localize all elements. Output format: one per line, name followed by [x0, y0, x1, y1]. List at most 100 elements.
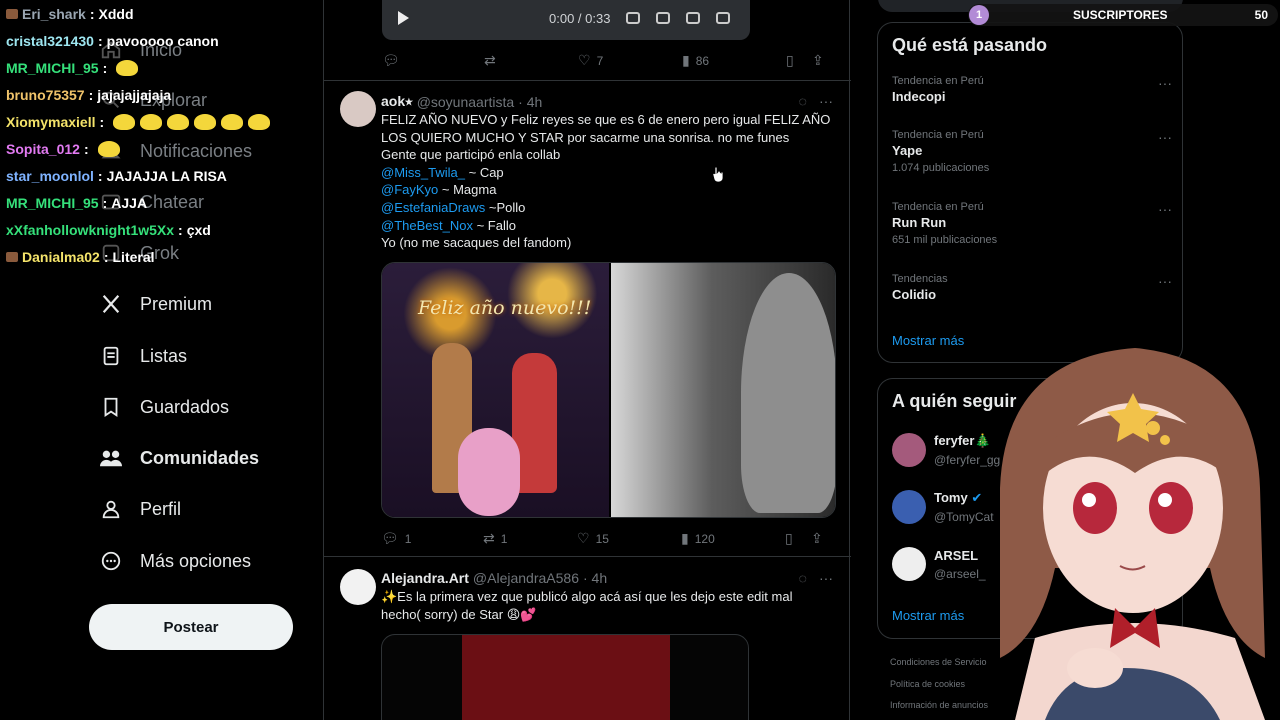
avatar[interactable]	[892, 547, 926, 581]
chat-text: Literal	[112, 248, 155, 265]
like-button[interactable]: ♡ 15	[577, 530, 681, 547]
avatar[interactable]	[892, 433, 926, 467]
nav-listas[interactable]: Listas	[96, 336, 187, 376]
more-icon[interactable]: ···	[1158, 129, 1172, 145]
tweet-menu: ◌ ···	[799, 93, 833, 109]
views-button[interactable]: ▮ 86	[682, 52, 786, 69]
grok-icon[interactable]: ◌	[799, 570, 807, 586]
play-icon[interactable]	[398, 11, 409, 25]
mention-link[interactable]: @EstefaniaDraws	[381, 200, 485, 215]
chat-username[interactable]: Danialma02	[22, 249, 100, 265]
more-icon[interactable]: ···	[1158, 201, 1172, 217]
follow-name[interactable]: ARSEL	[934, 548, 986, 563]
avatar[interactable]	[340, 91, 376, 127]
chat-message: star_moonlol: JAJAJJA LA RISA	[6, 162, 326, 189]
footer-terms-link[interactable]: Condiciones de Servicio	[890, 657, 987, 667]
chat-username[interactable]: Xiomymaxiell	[6, 114, 96, 130]
more-icon[interactable]: ···	[1158, 273, 1172, 289]
follow-suggestion[interactable]: feryfer🎄 @feryfer_gg	[892, 433, 1000, 467]
mention-link[interactable]: @TheBest_Nox	[381, 218, 473, 233]
bookmark-icon	[96, 392, 126, 422]
views-button[interactable]: ▮ 120	[681, 530, 785, 547]
nav-comunidades-label: Comunidades	[140, 447, 260, 468]
trend-item[interactable]: Tendencia en Perú Yape 1.074 publicaciones…	[892, 129, 1172, 174]
author-name[interactable]: aok⭑	[381, 93, 413, 110]
settings-icon[interactable]	[656, 12, 671, 24]
chat-message: xXfanhollowknight1w5Xx: çxd	[6, 216, 326, 243]
tweet-video[interactable]	[381, 634, 749, 720]
chat-emote-icon	[167, 113, 190, 130]
repost-button[interactable]: ⇄ 1	[483, 530, 577, 547]
tweet-text: FELIZ AÑO NUEVO y Feliz reyes se que es …	[381, 111, 836, 252]
chat-username[interactable]: xXfanhollowknight1w5Xx	[6, 222, 174, 238]
trend-item[interactable]: Tendencias Colidio ···	[892, 273, 1172, 302]
subscriber-count: 50	[1254, 8, 1268, 22]
chat-message: Sopita_012:	[6, 135, 326, 162]
bookmark-button[interactable]: ▯	[786, 52, 812, 69]
pip-icon[interactable]	[686, 12, 701, 24]
trending-title: Qué está pasando	[892, 35, 1048, 55]
video-player[interactable]: 0:00 / 0:33	[382, 0, 750, 40]
chat-username[interactable]: MR_MICHI_95	[6, 60, 99, 76]
chat-text: Xddd	[98, 5, 134, 22]
tweet-media[interactable]: Feliz año nuevo!!!	[381, 262, 836, 518]
chat-username[interactable]: Eri_shark	[22, 6, 86, 22]
chat-username[interactable]: cristal321430	[6, 33, 94, 49]
tweet-actions: 💬︎ 1 ⇄ 1 ♡ 15 ▮ 120 ▯ ⇪	[381, 530, 833, 547]
trend-item[interactable]: Tendencia en Perú Indecopi ···	[892, 75, 1172, 104]
bookmark-icon: ▯	[786, 52, 794, 68]
more-circle-icon	[96, 546, 126, 576]
nav-guardados[interactable]: Guardados	[96, 387, 229, 427]
nav-listas-label: Listas	[140, 345, 188, 366]
author-handle[interactable]: @soyunaartista	[417, 94, 514, 110]
author-handle[interactable]: @AlejandraA586	[473, 570, 579, 586]
follow-handle: @arseel_	[934, 566, 986, 581]
grok-icon[interactable]: ◌	[799, 93, 807, 109]
footer-ads-link[interactable]: Información de anuncios	[890, 700, 988, 710]
fullscreen-icon[interactable]	[716, 12, 731, 24]
trend-item[interactable]: Tendencia en Perú Run Run 651 mil publicac…	[892, 201, 1172, 246]
footer-cookies-link[interactable]: Política de cookies	[890, 679, 965, 689]
post-button[interactable]: Postear	[89, 604, 293, 650]
share-button[interactable]: ⇪	[811, 530, 823, 547]
nav-comunidades[interactable]: Comunidades	[96, 438, 259, 478]
avatar[interactable]	[340, 569, 376, 605]
show-more-link[interactable]: Mostrar más	[892, 333, 964, 348]
chat-username[interactable]: MR_MICHI_95	[6, 195, 99, 211]
reply-button[interactable]: 💬︎ 1	[381, 530, 483, 547]
chat-message: Eri_shark: Xddd	[6, 0, 326, 27]
tweet-image-right[interactable]	[611, 263, 835, 517]
tweet-header: Alejandra.Art @AlejandraA586 · 4h	[381, 570, 607, 586]
volume-icon[interactable]	[626, 12, 641, 24]
follow-suggestion[interactable]: Tomy ✔ @TomyCat	[892, 490, 994, 524]
tweet-time[interactable]: · 4h	[583, 570, 607, 586]
chat-username[interactable]: bruno75357	[6, 87, 85, 103]
reply-button[interactable]: 💬︎	[382, 52, 484, 69]
author-name[interactable]: Alejandra.Art	[381, 570, 469, 586]
nav-premium-label: Premium	[140, 293, 213, 314]
nav-mas-opciones-label: Más opciones	[140, 550, 252, 571]
avatar[interactable]	[892, 490, 926, 524]
nav-perfil[interactable]: Perfil	[96, 489, 181, 529]
views-icon: ▮	[681, 530, 689, 546]
nav-mas-opciones[interactable]: Más opciones	[96, 541, 251, 581]
tweet-time[interactable]: · 4h	[518, 94, 542, 110]
trend-name: Colidio	[892, 287, 937, 302]
repost-button[interactable]: ⇄	[484, 52, 578, 69]
mention-link[interactable]: @Miss_Twila_	[381, 165, 465, 180]
bookmark-button[interactable]: ▯	[785, 530, 811, 547]
chat-username[interactable]: star_moonlol	[6, 168, 94, 184]
more-icon[interactable]: ···	[819, 570, 833, 586]
show-more-link[interactable]: Mostrar más	[892, 608, 964, 623]
chat-username[interactable]: Sopita_012	[6, 141, 80, 157]
more-icon[interactable]: ···	[819, 93, 833, 109]
mention-link[interactable]: @FayKyo	[381, 182, 438, 197]
more-icon[interactable]: ···	[1158, 75, 1172, 91]
repost-icon: ⇄	[483, 530, 495, 546]
nav-premium[interactable]: Premium	[96, 284, 212, 324]
share-button[interactable]: ⇪	[812, 52, 824, 69]
like-button[interactable]: ♡ 7	[578, 52, 682, 69]
tweet-image-left[interactable]: Feliz año nuevo!!!	[382, 263, 609, 517]
follow-suggestion[interactable]: ARSEL @arseel_	[892, 547, 986, 581]
tweet-line: ✨Es la primera vez que publicó algo acá …	[381, 589, 793, 604]
